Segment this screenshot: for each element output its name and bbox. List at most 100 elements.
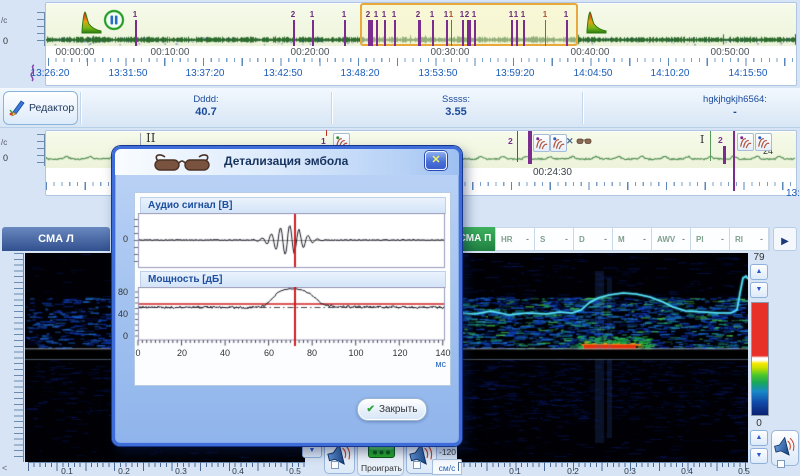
close-icon: ✕ — [431, 154, 440, 166]
down-arrow-icon: ▼ — [756, 452, 763, 459]
timeline-event-count: 1 — [521, 10, 525, 19]
toolbar-separator — [331, 92, 332, 124]
timeline-event-count: 1 — [430, 10, 434, 19]
absolute-time-label: 13:42:50 — [264, 68, 303, 79]
embolus-marker-icon[interactable] — [755, 133, 772, 151]
timeline-event-count: 1 — [133, 10, 137, 19]
embolus-detail-dialog: Детализация эмбола ✕ Аудио сигнал [В] 0 … — [112, 146, 462, 446]
timeline-event-mark[interactable] — [523, 20, 525, 46]
scale-max-label: 79 — [750, 252, 768, 263]
scale2-up-button[interactable]: ▲ — [750, 430, 768, 446]
audio-plot-yzero: 0 — [114, 234, 128, 244]
absolute-time-label: 13:26:20 — [31, 68, 70, 79]
timeline-event-mark[interactable] — [451, 20, 452, 46]
timeline-event-mark[interactable] — [566, 20, 568, 46]
ruler-label: 0.1 — [61, 466, 73, 476]
stat-label: PI — [696, 235, 704, 244]
event-mark[interactable] — [723, 146, 726, 164]
timeline-event-count: 2 — [366, 10, 370, 19]
relative-time-label: 00:40:00 — [571, 47, 610, 58]
stat-value: - — [760, 234, 763, 244]
timeline-event-mark[interactable] — [344, 20, 346, 46]
audio-plot-header: Аудио сигнал [В] — [140, 197, 446, 214]
speaker-checkbox[interactable] — [777, 460, 785, 468]
delete-event-icon[interactable]: ✕ — [566, 136, 574, 147]
absolute-time-label: 13:37:20 — [186, 68, 225, 79]
power-plot-xlabel: 140 — [435, 348, 450, 358]
power-plot-header: Мощность [дБ] — [140, 271, 446, 288]
timeline-event-mark[interactable] — [135, 20, 137, 46]
event-mark[interactable] — [517, 131, 518, 162]
timeline-event-count: 1 — [509, 10, 513, 19]
stat-cell: AWV- — [652, 228, 691, 250]
scale-down-button[interactable]: ▼ — [750, 282, 768, 298]
speaker-button[interactable] — [771, 430, 799, 466]
embolus-marker-icon[interactable] — [737, 133, 754, 151]
relative-time-label: 00:00:00 — [56, 47, 95, 58]
timeline-event-mark[interactable] — [376, 20, 378, 46]
glasses-small-icon[interactable] — [576, 134, 592, 152]
power-plot-xlabel: 40 — [220, 348, 230, 358]
timeline-event-mark[interactable] — [394, 20, 396, 46]
power-plot-xlabel: 80 — [307, 348, 317, 358]
absolute-time-label: 13:59:20 — [496, 68, 535, 79]
audio-signal-plot — [130, 213, 446, 269]
doppler-waveform-icon — [585, 9, 607, 40]
timeline-event-count: 1 — [472, 10, 476, 19]
timeline-event-mark[interactable] — [432, 20, 434, 46]
absolute-time-label: 13:53:50 — [419, 68, 458, 79]
timeline-event-mark[interactable] — [384, 20, 386, 46]
timeline-event-mark[interactable] — [545, 20, 546, 46]
power-plot-ylabel: 80 — [112, 287, 128, 297]
timeline-event-mark[interactable] — [516, 20, 518, 46]
timeline-event-count: 1 — [543, 10, 547, 19]
timeline-event-mark[interactable] — [312, 20, 314, 46]
stat-label: M — [618, 235, 625, 244]
timeline-event-mark[interactable] — [467, 20, 471, 46]
timeline-event-count: 1 — [449, 10, 453, 19]
timeline-event-mark[interactable] — [293, 20, 295, 46]
left-channel-tab[interactable]: СМА Л — [2, 227, 110, 251]
ruler-left-angle[interactable]: < — [2, 463, 7, 473]
embolus-marker-icon[interactable] — [550, 134, 567, 152]
timeline-event-mark[interactable] — [474, 20, 476, 46]
stats-next-button[interactable]: ▶ — [773, 227, 797, 251]
event-mark[interactable] — [326, 130, 327, 136]
stat-cell: D- — [574, 228, 613, 250]
dialog-close-button[interactable]: ✕ — [425, 151, 447, 170]
event-count: 2 — [508, 136, 513, 146]
timeline-event-count: 1 — [374, 10, 378, 19]
pause-icon[interactable] — [103, 9, 125, 36]
timeline-event-count: 2 — [465, 10, 469, 19]
strip2-time-label: 00:24:30 — [533, 167, 572, 178]
close-dialog-label: Закрыть — [379, 404, 418, 415]
event-mark[interactable] — [528, 131, 532, 164]
timeline-event-mark[interactable] — [418, 20, 421, 46]
field-sssss-label: Sssss: — [442, 94, 470, 105]
stats-row: HR-S-D-M-AWV-PI-RI- — [495, 227, 770, 251]
timeline-event-mark[interactable] — [462, 20, 464, 46]
power-plot-ylabel: 40 — [112, 309, 128, 319]
field-hgk-label: hgkjhgkjh6564: — [703, 94, 767, 105]
down-arrow-icon: ▼ — [756, 286, 763, 293]
timeline-tick-ruler-major — [48, 58, 795, 66]
absolute-time-label: 13:48:20 — [341, 68, 380, 79]
right-channel-title: СМА П — [459, 233, 492, 244]
speaker-checkbox[interactable] — [413, 461, 421, 469]
editor-button[interactable]: Редактор — [3, 91, 78, 125]
color-scale-bar[interactable] — [751, 302, 769, 416]
ruler-label: 0.5 — [289, 466, 301, 476]
timeline-event-mark[interactable] — [368, 20, 373, 46]
scale-up-button[interactable]: ▲ — [750, 264, 768, 280]
close-dialog-button[interactable]: ✔Закрыть — [357, 398, 427, 421]
left-spectro-y-ruler — [14, 253, 24, 462]
embolus-marker-icon[interactable] — [533, 134, 550, 152]
right-spectrogram[interactable] — [457, 253, 748, 462]
speaker-checkbox[interactable] — [331, 461, 339, 469]
timeline-event-mark[interactable] — [446, 20, 448, 46]
scale2-down-button[interactable]: ▼ — [750, 448, 768, 464]
timeline-event-mark[interactable] — [511, 20, 513, 46]
timeline-event-count: 2 — [291, 10, 295, 19]
app-window: /с 0 12112111211112111111 — [0, 0, 800, 476]
stat-label: D — [579, 235, 585, 244]
